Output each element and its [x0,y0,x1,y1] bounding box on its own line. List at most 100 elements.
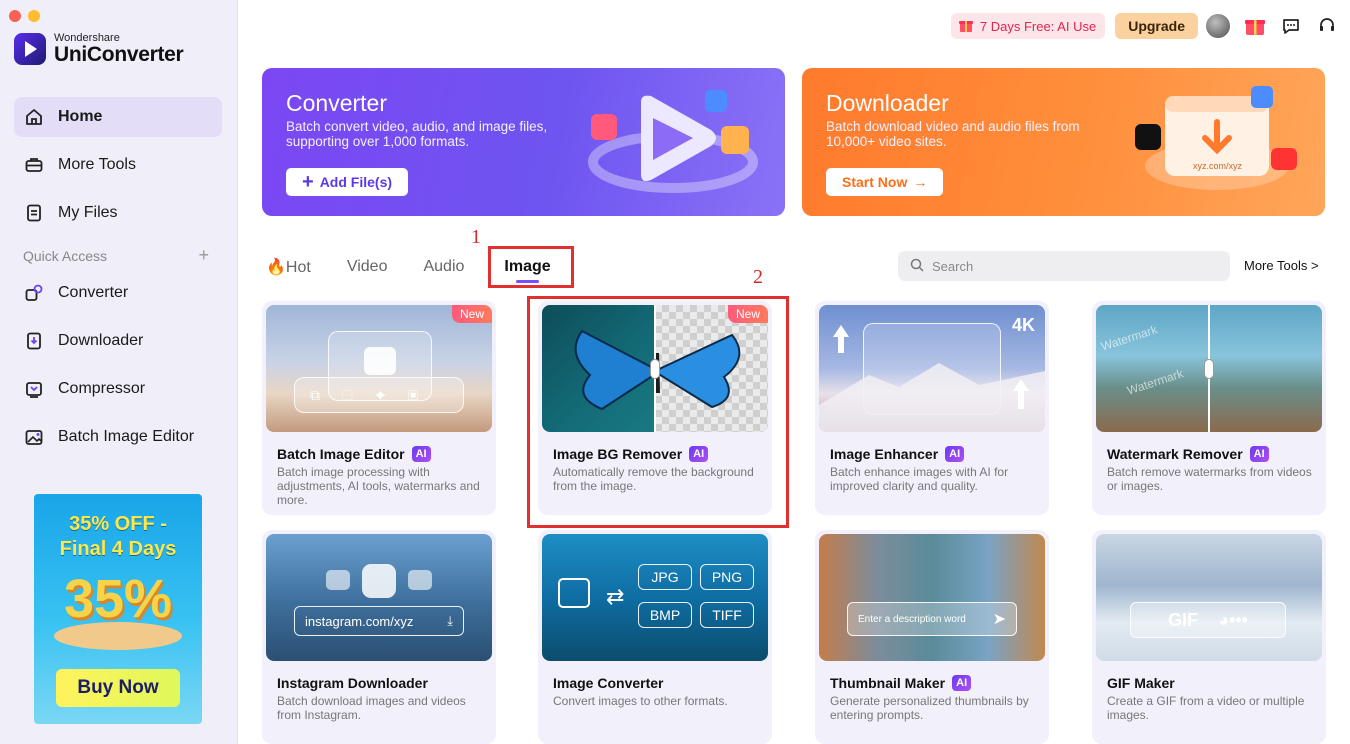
enhancer-thumbnail: 4K [819,305,1045,432]
converter-title: Converter [286,90,387,116]
fire-icon: 🔥 [266,259,286,276]
add-files-label: Add File(s) [319,174,393,190]
app-logo: Wondershare UniConverter [14,32,184,66]
quick-access-header: Quick Access + [23,246,209,264]
sidebar-item-more-tools[interactable]: More Tools [14,145,222,185]
sidebar-item-downloader[interactable]: Downloader [14,321,222,361]
converter-banner[interactable]: Converter Batch convert video, audio, an… [262,68,785,216]
card-title-text: Instagram Downloader [277,675,428,691]
search-icon [910,258,924,275]
search-input[interactable]: Search [898,251,1230,281]
compare-handle[interactable] [1204,359,1214,379]
prompt-bar: Enter a description word ➤ [847,602,1017,636]
gift-box-icon[interactable] [1242,13,1268,39]
tab-hot[interactable]: 🔥Hot [266,257,311,277]
prompt-text: Enter a description word [858,613,966,625]
image-icon [326,570,350,590]
sidebar-item-my-files[interactable]: My Files [14,193,222,233]
annotation-number-1: 1 [471,226,481,248]
format-jpg: JPG [638,564,692,590]
watermark-thumbnail: Watermark Watermark [1096,305,1322,432]
image-icon [364,347,396,375]
promo-big-text: 35% [63,569,173,629]
card-title: Image Converter [553,675,663,691]
watermark-text: Watermark [1099,322,1159,354]
card-desc: Create a GIF from a video or multiple im… [1107,694,1305,722]
annotation-number-2: 2 [753,266,763,288]
buy-now-button[interactable]: Buy Now [56,669,180,707]
card-title-text: Thumbnail Maker [830,675,946,691]
card-title: Thumbnail Maker AI [830,675,972,691]
format-png: PNG [700,564,754,590]
sidebar-item-compressor[interactable]: Compressor [14,369,222,409]
card-title-text: Image Converter [553,675,664,691]
download-url-text: xyz.com/xyz [1193,161,1243,171]
gif-maker-thumbnail: GIF ◕••• [1096,534,1322,661]
batch-image-icon [24,427,44,447]
batch-image-thumbnail: ⧉⬚✦▣ [266,305,492,432]
send-icon: ➤ [992,611,1006,628]
start-now-label: Start Now [842,174,908,190]
add-quick-access-icon[interactable]: + [198,246,209,264]
converter-icon [24,283,44,303]
card-instagram-downloader[interactable]: instagram.com/xyz ⤓ Instagram Downloader… [262,530,496,744]
downloader-title: Downloader [826,90,949,116]
close-window-button[interactable] [9,10,21,22]
trial-label: 7 Days Free: AI Use [979,18,1097,34]
downloader-illustration: xyz.com/xyz [1121,82,1301,202]
card-gif-maker[interactable]: GIF ◕••• GIF Maker Create a GIF from a v… [1092,530,1326,744]
promo-title-line1: 35% OFF - [69,513,167,535]
card-title: GIF Maker [1107,675,1175,691]
instagram-url: instagram.com/xyz [305,613,414,629]
card-title: Instagram Downloader [277,675,428,691]
add-files-button[interactable]: + Add File(s) [286,168,409,196]
gift-icon [958,17,974,36]
sidebar-item-label: Compressor [58,380,146,397]
quick-access-title: Quick Access [23,248,108,264]
sidebar: Wondershare UniConverter Home More Tools… [0,0,238,744]
more-tools-link[interactable]: More Tools > [1244,258,1319,273]
support-headset-icon[interactable] [1314,13,1340,39]
sidebar-item-converter[interactable]: Converter [14,273,222,313]
promo-banner[interactable]: 35% OFF - Final 4 Days 35% Buy Now [34,494,202,724]
downloader-icon [24,331,44,351]
home-icon [24,107,44,127]
instagram-thumbnail: instagram.com/xyz ⤓ [266,534,492,661]
minimize-window-button[interactable] [28,10,40,22]
arrow-right-icon: → [913,174,928,190]
converter-desc: Batch convert video, audio, and image fi… [286,119,548,149]
plus-icon: + [302,171,314,193]
gif-bar: GIF ◕••• [1130,602,1286,638]
edit-tool-icons: ⧉⬚✦▣ [310,387,441,403]
avatar[interactable] [1206,14,1230,38]
sidebar-item-batch-image-editor[interactable]: Batch Image Editor [14,417,222,457]
card-desc: Batch download images and videos from In… [277,694,466,722]
card-desc: Batch image processing with adjustments,… [277,465,480,507]
compressor-icon [24,379,44,399]
tab-video[interactable]: Video [347,258,388,276]
card-title: Image Enhancer AI [830,446,965,462]
watermark-text: Watermark [1125,366,1185,398]
feedback-icon[interactable] [1278,13,1304,39]
card-image-converter[interactable]: ⇄ JPG PNG BMP TIFF Image Converter Conve… [538,530,772,744]
annotation-box-2 [527,296,789,528]
card-watermark-remover[interactable]: Watermark Watermark Watermark Remover AI … [1092,301,1326,515]
card-batch-image-editor[interactable]: ⧉⬚✦▣ New Batch Image Editor AI Batch imag… [262,301,496,515]
ai-trial-button[interactable]: 7 Days Free: AI Use [950,13,1106,39]
downloader-banner[interactable]: Downloader Batch download video and audi… [802,68,1325,216]
sidebar-item-home[interactable]: Home [14,97,222,137]
sidebar-item-label: Home [58,108,103,125]
quick-access-nav: Converter Downloader Compressor Batch Im… [14,273,222,465]
brand-name: UniConverter [54,43,184,66]
upgrade-button[interactable]: Upgrade [1115,13,1198,39]
annotation-box-1 [488,246,574,288]
card-title-text: Batch Image Editor [277,446,405,462]
tab-audio[interactable]: Audio [423,258,464,276]
card-image-enhancer[interactable]: 4K Image Enhancer AI Batch enhance images… [815,301,1049,515]
promo-island-illustration [54,622,182,650]
uniconverter-logo-icon [14,33,46,65]
card-title-text: Watermark Remover [1107,446,1243,462]
card-desc: Convert images to other formats. [553,694,728,708]
start-now-button[interactable]: Start Now → [826,168,944,196]
card-thumbnail-maker[interactable]: Enter a description word ➤ Thumbnail Mak… [815,530,1049,744]
